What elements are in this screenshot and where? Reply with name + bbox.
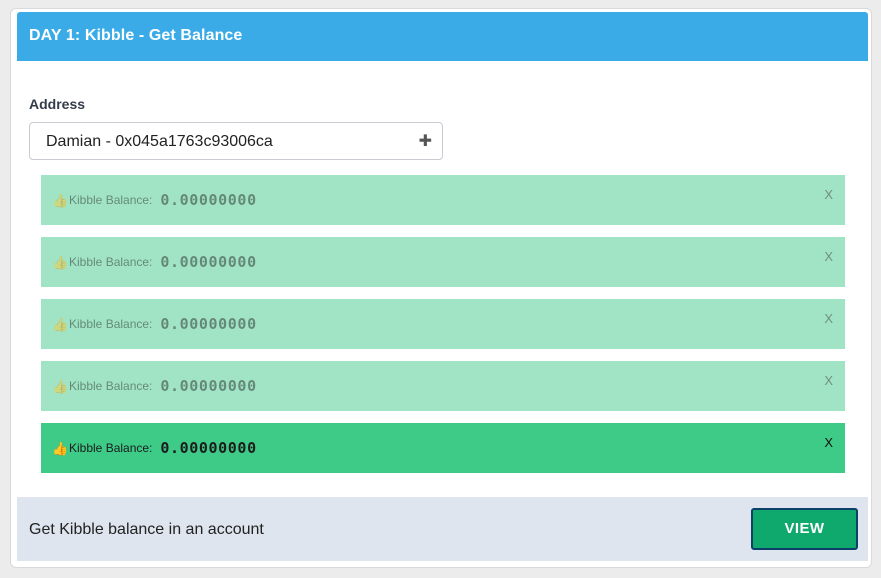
- balance-alert: 👍 Kibble Balance: 0.00000000 X: [41, 299, 845, 349]
- balance-alert: 👍 Kibble Balance: 0.00000000 X: [41, 361, 845, 411]
- balance-value: 0.00000000: [160, 253, 257, 271]
- balance-label: Kibble Balance:: [69, 379, 153, 393]
- balance-alert: 👍 Kibble Balance: 0.00000000 X: [41, 237, 845, 287]
- balance-value: 0.00000000: [160, 439, 257, 457]
- kibble-card: DAY 1: Kibble - Get Balance Address Dami…: [10, 8, 872, 568]
- balance-label: Kibble Balance:: [69, 441, 153, 455]
- balance-value: 0.00000000: [160, 191, 257, 209]
- thumbs-up-icon: 👍: [52, 378, 69, 394]
- address-value: Damian - 0x045a1763c93006ca: [46, 133, 273, 150]
- balance-label: Kibble Balance:: [69, 317, 153, 331]
- card-footer: Get Kibble balance in an account VIEW: [17, 497, 868, 561]
- close-alert-button[interactable]: X: [824, 311, 833, 326]
- close-alert-button[interactable]: X: [824, 249, 833, 264]
- footer-description: Get Kibble balance in an account: [29, 521, 264, 538]
- address-label: Address: [29, 96, 86, 112]
- thumbs-up-icon: 👍: [52, 192, 69, 208]
- view-button[interactable]: VIEW: [751, 508, 858, 550]
- close-alert-button[interactable]: X: [824, 187, 833, 202]
- balance-alert: 👍 Kibble Balance: 0.00000000 X: [41, 175, 845, 225]
- balance-value: 0.00000000: [160, 377, 257, 395]
- close-alert-button[interactable]: X: [824, 373, 833, 388]
- card-header: DAY 1: Kibble - Get Balance: [17, 12, 868, 61]
- address-select[interactable]: Damian - 0x045a1763c93006ca ✚: [29, 122, 443, 160]
- balance-alert-list: 👍 Kibble Balance: 0.00000000 X 👍 Kibble …: [41, 175, 845, 485]
- balance-value: 0.00000000: [160, 315, 257, 333]
- plus-icon[interactable]: ✚: [419, 131, 432, 151]
- thumbs-up-icon: 👍: [52, 440, 69, 456]
- close-alert-button[interactable]: X: [824, 435, 833, 450]
- thumbs-up-icon: 👍: [52, 316, 69, 332]
- thumbs-up-icon: 👍: [52, 254, 69, 270]
- balance-label: Kibble Balance:: [69, 255, 153, 269]
- card-title: DAY 1: Kibble - Get Balance: [29, 27, 243, 44]
- balance-alert-active: 👍 Kibble Balance: 0.00000000 X: [41, 423, 845, 473]
- balance-label: Kibble Balance:: [69, 193, 153, 207]
